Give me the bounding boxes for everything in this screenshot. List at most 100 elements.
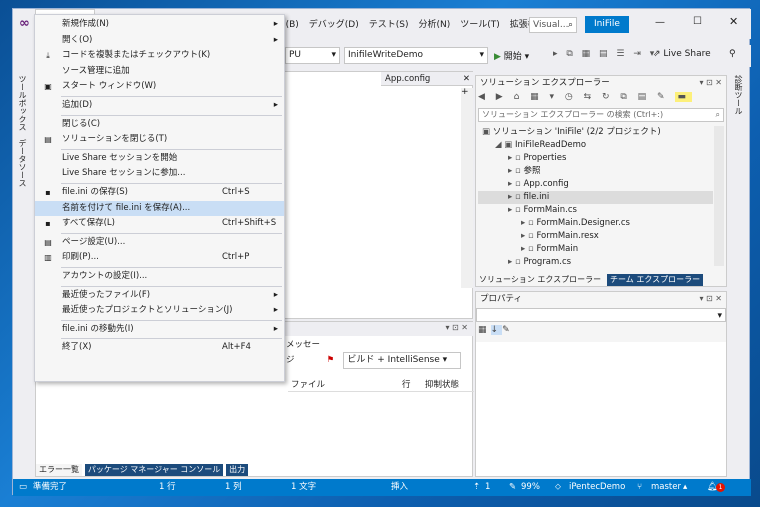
- file-menu-item[interactable]: アカウントの設定(I)...: [35, 269, 284, 285]
- editor-scrollbar[interactable]: +: [461, 88, 473, 288]
- tree-item[interactable]: ▸ ▫ Program.cs: [478, 256, 713, 269]
- solution-explorer-toolbar: ◀ ▶ ⌂ ▦ ▾ ◷ ⇆ ↻ ⧉ ▤ ✎ ▬: [478, 92, 692, 102]
- window-icon: ▣: [44, 82, 52, 92]
- file-menu-item[interactable]: 最近使ったプロジェクトとソリューション(J) ▸: [35, 303, 284, 319]
- file-menu-item-label: Live Share セッションに参加...: [62, 168, 186, 179]
- status-branch[interactable]: master: [651, 479, 681, 496]
- file-menu-item[interactable]: ソース管理に追加: [35, 64, 284, 80]
- solution-search-placeholder: ソリューション エクスプローラー の検索 (Ctrl+:): [482, 110, 664, 119]
- column-file[interactable]: ファイル: [291, 378, 325, 392]
- file-menu-item[interactable]: ▥ 印刷(P)... Ctrl+P: [35, 250, 284, 266]
- data-sources-tab[interactable]: データソース: [15, 135, 30, 191]
- maximize-button[interactable]: ☐: [693, 16, 702, 27]
- editor-tab[interactable]: App.config ✕: [381, 72, 473, 86]
- properties-object-combo[interactable]: ▾: [476, 308, 726, 322]
- status-edits[interactable]: 99%: [521, 479, 540, 496]
- tree-item[interactable]: ▸ ▫ FormMain.cs: [478, 204, 713, 217]
- file-menu-dropdown: 新規作成(N) ▸ 開く(O) ▸ ⤓ コードを複製またはチェックアウト(K) ソース管理に…: [34, 14, 285, 382]
- file-menu-item[interactable]: file.ini の移動先(I) ▸: [35, 322, 284, 338]
- submenu-arrow-icon: ▸: [273, 34, 278, 45]
- tree-node-icon: ▸ ▫: [521, 218, 537, 228]
- file-menu-item[interactable]: 閉じる(C): [35, 117, 284, 133]
- shortcut-label: Alt+F4: [222, 342, 251, 353]
- menu-7[interactable]: 分析(N): [413, 10, 455, 40]
- panel-controls-icon[interactable]: ▾ ⊡ ✕: [699, 76, 722, 90]
- tab-team-explorer[interactable]: チーム エクスプローラー: [607, 274, 704, 286]
- close-button[interactable]: ✕: [729, 15, 738, 28]
- tab-solution-explorer[interactable]: ソリューション エクスプローラー: [476, 274, 605, 286]
- file-menu-item[interactable]: ⤓ コードを複製またはチェックアウト(K): [35, 48, 284, 64]
- tab-package-manager[interactable]: パッケージ マネージャー コンソール: [84, 464, 224, 476]
- file-menu-item[interactable]: 最近使ったファイル(F) ▸: [35, 288, 284, 304]
- column-line[interactable]: 行: [402, 378, 411, 392]
- file-menu-item[interactable]: Live Share セッションに参加...: [35, 166, 284, 182]
- platform-combo[interactable]: PU ▾: [285, 47, 340, 64]
- tree-node-icon: ▸ ▫: [508, 179, 524, 189]
- chevron-down-icon: ▾: [479, 50, 484, 60]
- tree-item[interactable]: ▸ ▫ Properties: [478, 152, 713, 165]
- file-menu-item[interactable]: 追加(D) ▸: [35, 98, 284, 114]
- close-icon[interactable]: ✕: [463, 72, 470, 86]
- messages-filter[interactable]: メッセージ: [286, 338, 324, 368]
- tree-item[interactable]: ◢ ▣ IniFileReadDemo: [478, 139, 713, 152]
- panel-controls-icon[interactable]: ▾ ⊡ ✕: [699, 292, 722, 306]
- tree-item[interactable]: ▸ ▫ 参照: [478, 165, 713, 178]
- build-filter-combo[interactable]: ビルド + IntelliSense ▾: [343, 352, 462, 369]
- live-share-button[interactable]: ⇗ Live Share: [653, 49, 711, 59]
- search-icon: ⌕: [567, 20, 573, 30]
- tab-output[interactable]: 出力: [226, 464, 249, 476]
- tree-item[interactable]: ▸ ▫ FormMain.resx: [478, 230, 713, 243]
- tree-item[interactable]: ▸ ▫ FormMain.Designer.cs: [478, 217, 713, 230]
- diagnostic-tools-tab[interactable]: 診断ツール: [731, 71, 746, 119]
- status-repo[interactable]: iPentecDemo: [569, 479, 625, 496]
- categorized-icon[interactable]: ▦: [478, 325, 491, 335]
- tab-error-list[interactable]: エラー一覧: [36, 464, 82, 476]
- file-menu-item-label: 新規作成(N): [62, 19, 109, 29]
- file-menu-item[interactable]: ▤ ページ設定(U)...: [35, 235, 284, 251]
- file-menu-item[interactable]: 新規作成(N) ▸: [35, 17, 284, 33]
- file-menu-item[interactable]: ▣ スタート ウィンドウ(W): [35, 79, 284, 95]
- shortcut-label: Ctrl+Shift+S: [222, 218, 277, 229]
- tree-node-icon: ▸ ▫: [508, 205, 524, 215]
- file-menu-item-label: すべて保存(L): [62, 218, 115, 229]
- status-up-count[interactable]: 1: [485, 479, 490, 496]
- status-mode: 挿入: [391, 482, 409, 492]
- user-icon[interactable]: ⚲: [729, 49, 736, 59]
- solution-search-input[interactable]: ソリューション エクスプローラー の検索 (Ctrl+:) ⌕: [478, 108, 724, 122]
- tree-scrollbar[interactable]: [714, 126, 724, 266]
- pin-icon[interactable]: ▬: [675, 92, 692, 102]
- panel-controls-icon[interactable]: ▾ ⊡ ✕: [445, 323, 468, 332]
- menu-separator: [61, 285, 282, 287]
- tree-item[interactable]: ▸ ▫ FormMain: [478, 243, 713, 256]
- file-menu-item-label: 印刷(P)...: [62, 252, 99, 263]
- toolbox-tab[interactable]: ツールボックス: [15, 71, 30, 135]
- file-menu-item[interactable]: Live Share セッションを開始: [35, 151, 284, 167]
- tree-node-icon: ▸ ▫: [508, 257, 524, 267]
- file-menu-item[interactable]: 終了(X) Alt+F4: [35, 340, 284, 356]
- tree-item[interactable]: ▸ ▫ file.ini: [478, 191, 713, 204]
- file-menu-item[interactable]: ▪ file.ini の保存(S) Ctrl+S: [35, 185, 284, 201]
- tree-item[interactable]: ▸ ▫ App.config: [478, 178, 713, 191]
- wrench-icon[interactable]: ✎: [502, 325, 514, 335]
- menu-6[interactable]: テスト(S): [364, 10, 414, 40]
- tree-item-label: FormMain.resx: [536, 231, 599, 241]
- file-menu-item[interactable]: 開く(O) ▸: [35, 33, 284, 49]
- menu-5[interactable]: デバッグ(D): [304, 10, 364, 40]
- minimize-button[interactable]: —: [655, 17, 665, 28]
- file-menu-item[interactable]: ▪ すべて保存(L) Ctrl+Shift+S: [35, 216, 284, 232]
- file-menu-item-label: 開く(O): [62, 34, 93, 45]
- project-combo[interactable]: InifileWriteDemo ▾: [344, 47, 488, 64]
- solution-tree: ▣ ソリューション 'IniFile' (2/2 プロジェクト) ◢ ▣ IniF…: [478, 126, 713, 269]
- search-box[interactable]: Visual... ⌕: [529, 17, 577, 33]
- alphabetical-icon[interactable]: ↓: [490, 325, 503, 335]
- file-menu-item[interactable]: 名前を付けて file.ini を保存(A)...: [35, 200, 284, 217]
- file-menu-item-label: アカウントの設定(I)...: [62, 270, 148, 281]
- live-share-icon: ⇗: [653, 49, 661, 59]
- column-suppression[interactable]: 抑制状態: [425, 378, 459, 392]
- start-button[interactable]: ▶ 開始 ▾: [494, 49, 529, 62]
- menu-8[interactable]: ツール(T): [455, 10, 505, 40]
- file-menu-item[interactable]: ▤ ソリューションを閉じる(T): [35, 132, 284, 148]
- filter-icon[interactable]: ⚑: [327, 353, 341, 368]
- tree-item[interactable]: ▣ ソリューション 'IniFile' (2/2 プロジェクト): [478, 126, 713, 139]
- live-share-label: Live Share: [663, 49, 711, 59]
